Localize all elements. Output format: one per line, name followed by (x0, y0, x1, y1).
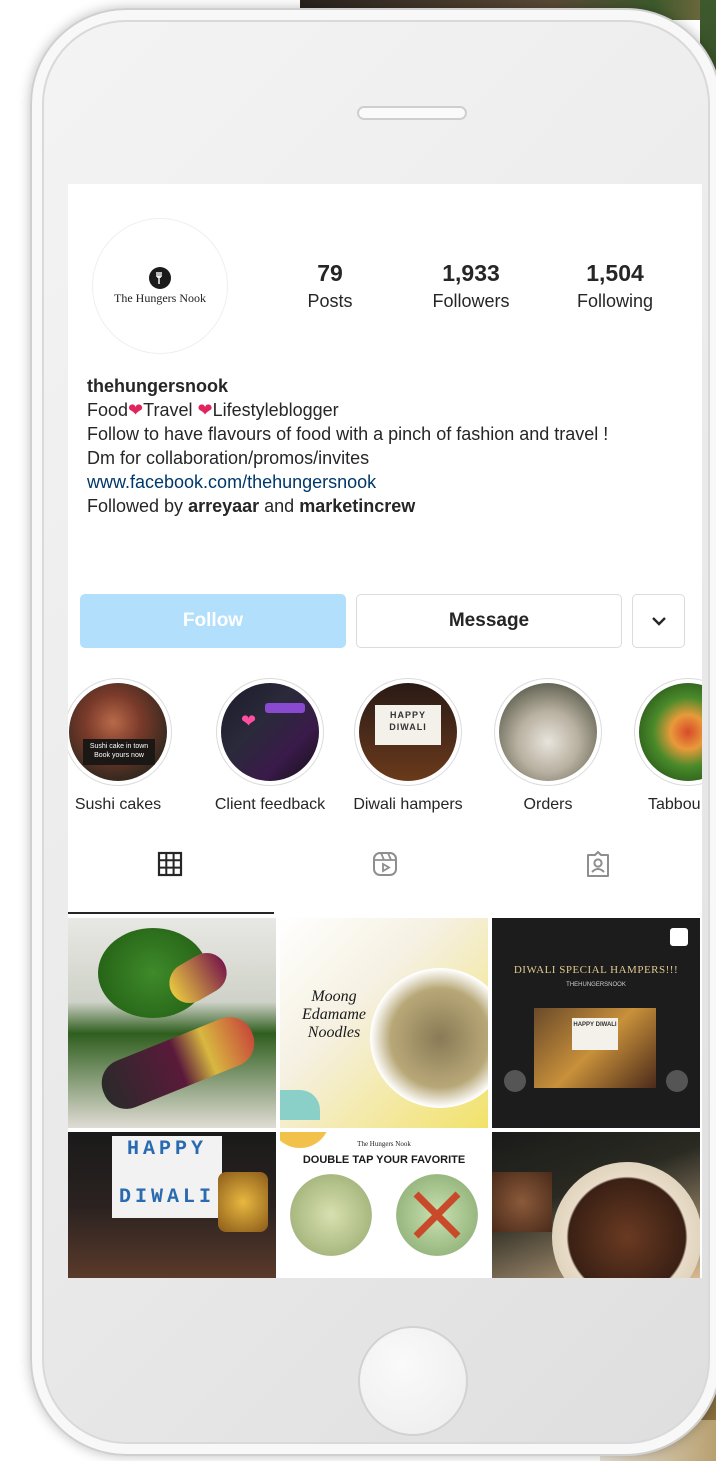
heart-icon: ❤ (197, 400, 213, 420)
chevron-down-icon (651, 617, 666, 626)
highlight-cover (639, 683, 702, 781)
highlight-label: Sushi cakes (74, 796, 162, 813)
highlight-diwali-hampers[interactable]: HAPPY DIWALI Diwali hampers (340, 678, 476, 814)
highlight-cover: HAPPY DIWALI (359, 683, 457, 781)
posts-label: Posts (307, 291, 353, 311)
highlight-overlay-text: HAPPY DIWALI (375, 705, 441, 745)
grid-icon (157, 851, 183, 877)
highlight-label: Diwali hampers (353, 796, 463, 813)
profile-username: thehungersnook (87, 376, 229, 396)
post-card-text: HAPPY DIWALI (572, 1018, 618, 1050)
highlight-cover: ❤ (221, 683, 319, 781)
post-caption-text: HAPPY (126, 1138, 207, 1161)
followers-count: 1,933 (442, 260, 500, 286)
bio-website-link[interactable]: www.facebook.com/thehungersnook (87, 470, 687, 494)
highlight-cover (499, 683, 597, 781)
highlight-sushi-cakes[interactable]: Sushi cake in town Book yours now Sushi … (68, 678, 186, 814)
followers-stat[interactable]: 1,933 Followers (416, 260, 526, 312)
posts-count: 79 (317, 260, 343, 286)
post-thumbnail[interactable]: DIWALI SPECIAL HAMPERS!!! THEHUNGERSNOOK… (492, 918, 700, 1128)
post-caption-text: DIWALI SPECIAL HAMPERS!!! (513, 964, 679, 976)
post-thumbnail[interactable] (492, 1132, 700, 1278)
highlight-orders[interactable]: Orders (480, 678, 616, 814)
posts-grid: Moong Edamame Noodles DIWALI SPECIAL HAM… (68, 918, 702, 1278)
tab-reels[interactable] (365, 844, 405, 884)
heart-icon: ❤ (128, 400, 144, 420)
heart-icon: ❤ (241, 711, 257, 731)
tab-posts-grid[interactable] (150, 844, 190, 884)
phone-speaker (357, 106, 467, 120)
post-thumbnail[interactable] (68, 918, 276, 1128)
highlight-tabbou[interactable]: Tabbou (620, 678, 702, 814)
profile-bio: thehungersnook Food❤Travel ❤Lifestyleblo… (87, 374, 687, 518)
post-thumbnail[interactable]: HAPPY DIWALI (68, 1132, 276, 1278)
highlight-label: Orders (523, 796, 573, 813)
followers-label: Followers (432, 291, 510, 311)
follow-button[interactable]: Follow (80, 594, 346, 648)
highlight-cover: Sushi cake in town Book yours now (69, 683, 167, 781)
profile-avatar[interactable]: The Hungers Nook (92, 218, 228, 354)
highlight-client-feedback[interactable]: ❤ Client feedback (202, 678, 338, 814)
avatar-brand-text: The Hungers Nook (114, 290, 206, 305)
highlight-label: Client feedback (214, 796, 326, 813)
following-count: 1,504 (586, 260, 644, 286)
following-label: Following (576, 291, 654, 311)
carousel-icon (670, 928, 688, 946)
active-tab-indicator (68, 912, 274, 914)
post-thumbnail[interactable]: Moong Edamame Noodles (280, 918, 488, 1128)
followed-by[interactable]: Followed by arreyaar and marketincrew (87, 494, 687, 518)
posts-stat[interactable]: 79 Posts (294, 260, 366, 312)
tab-tagged[interactable] (578, 844, 618, 884)
post-caption-text: DOUBLE TAP YOUR FAVORITE (302, 1154, 466, 1166)
post-subtext: THEHUNGERSNOOK (566, 982, 626, 988)
post-caption-text: Moong Edamame Noodles (302, 988, 366, 1041)
post-caption-text-2: DIWALI (118, 1186, 215, 1209)
following-stat[interactable]: 1,504 Following (560, 260, 670, 312)
highlight-overlay-text: Sushi cake in town Book yours now (83, 739, 155, 765)
fork-logo-icon (149, 266, 171, 289)
suggested-dropdown-button[interactable] (632, 594, 685, 648)
message-button[interactable]: Message (356, 594, 622, 648)
post-thumbnail[interactable]: The Hungers Nook DOUBLE TAP YOUR FAVORIT… (280, 1132, 488, 1278)
reels-icon (373, 852, 397, 876)
bio-line-2: Follow to have flavours of food with a p… (87, 424, 609, 444)
bio-line-1: Food❤Travel ❤Lifestyleblogger (87, 400, 339, 420)
instagram-profile-screen: The Hungers Nook 79 Posts 1,933 Follower… (68, 184, 702, 1278)
tagged-icon (587, 851, 609, 877)
phone-home-button[interactable] (358, 1326, 468, 1436)
highlight-label: Tabbou (648, 796, 701, 813)
post-brand-text: The Hungers Nook (357, 1140, 411, 1148)
bio-line-3: Dm for collaboration/promos/invites (87, 448, 370, 468)
cross-mark-icon (413, 1191, 461, 1239)
